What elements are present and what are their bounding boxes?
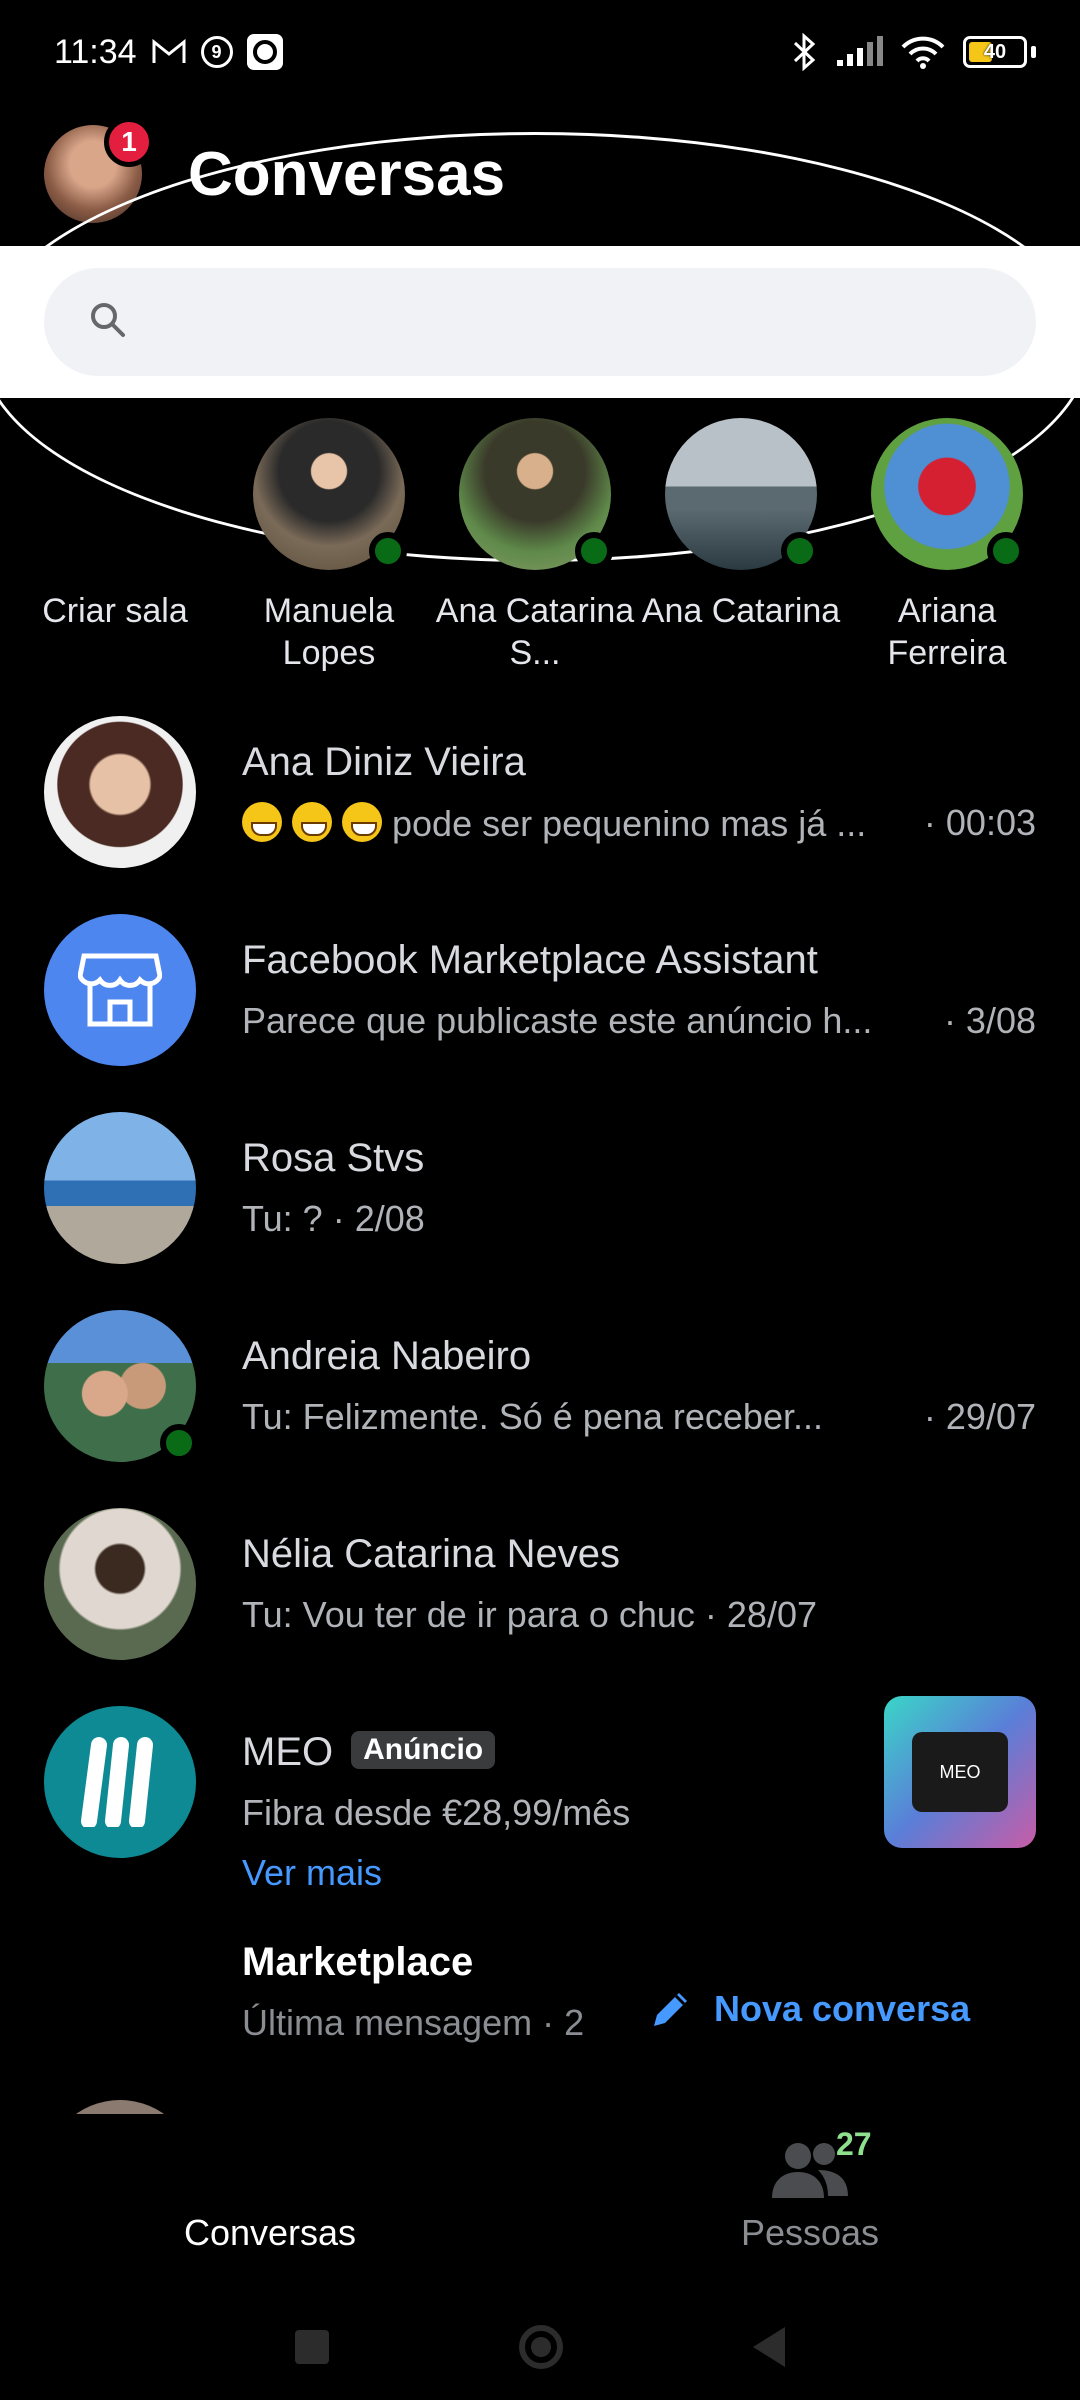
battery-nub [1031,46,1036,58]
grinning-emoji-icon [342,802,382,842]
search-band [0,246,1080,398]
chat-name: Marketplace [242,1940,474,1984]
story-name: Ana Catarina S... [435,592,635,672]
story-item[interactable]: Ana Catarina S... [435,410,635,674]
tab-label: Pessoas [740,2212,880,2253]
story-avatar [871,418,1025,570]
story-avatar [665,418,819,570]
online-indicator [369,532,407,570]
header: 1 Conversas [0,104,1080,244]
grinning-emoji-icon [242,802,282,842]
camera-icon [246,34,283,70]
partial-chat-avatar [44,2100,196,2114]
tab-label: Conversas [183,2212,357,2253]
search-bar[interactable] [44,268,1036,376]
chat-name: Andreia Nabeiro [242,1334,532,1378]
online-indicator [160,1424,198,1462]
chat-name: Ana Diniz Vieira [242,740,526,784]
chat-avatar [44,1310,198,1462]
chat-time: · 29/07 [923,1396,1036,1437]
ad-text: Fibra desde €28,99/mês [242,1792,631,1833]
chat-preview: pode ser pequenino mas já ... · 00:03 [242,802,1036,845]
clock: 11:34 [54,32,137,71]
create-room-item[interactable]: Criar sala [15,410,215,632]
signal-icon [835,36,883,68]
chat-avatar [44,716,196,868]
new-conversation-label: Nova conversa [714,1988,971,2029]
store-icon [78,953,162,1027]
people-count-badge: 27 [836,2126,872,2162]
ad-name: MEO Anúncio [242,1730,496,1775]
chat-time: · 3/08 [943,1000,1036,1041]
new-conversation-button[interactable]: Nova conversa [620,1964,1001,2054]
chat-preview: Tu: Felizmente. Só é pena receber... · 2… [242,1396,1036,1437]
page-title: Conversas [188,139,506,209]
story-item[interactable]: Manuela Lopes [229,410,429,674]
chat-avatar [44,1508,196,1660]
story-item[interactable]: Ana Catarina [641,410,841,632]
see-more-link[interactable]: Ver mais [242,1852,382,1894]
status-bar: 11:34 9 40 [0,0,1080,104]
ad-row[interactable]: MEO Anúncio Fibra desde €28,99/mês Ver ma… [0,1690,1080,1920]
story-name: Ana Catarina [641,592,841,630]
tv-box-image: MEO [912,1732,1008,1812]
meo-logo-icon [44,1706,196,1858]
search-input[interactable] [154,300,954,344]
chat-row[interactable]: Facebook Marketplace Assistant Parece qu… [0,898,1080,1078]
profile-avatar[interactable]: 1 [44,117,154,223]
gmail-icon [151,38,187,66]
story-avatar [459,418,613,570]
online-indicator [987,532,1025,570]
chat-row[interactable]: Andreia Nabeiro Tu: Felizmente. Só é pen… [0,1294,1080,1474]
tab-pessoas[interactable]: 27 Pessoas [540,2114,1080,2294]
chat-preview: Tu: ? · 2/08 [242,1198,425,1239]
story-avatar [253,418,407,570]
notification-count-icon: 9 [200,36,233,68]
chat-row[interactable]: Nélia Catarina Neves Tu: Vou ter de ir p… [0,1492,1080,1672]
online-indicator [781,532,819,570]
home-button[interactable] [519,2325,563,2369]
bottom-nav: Conversas 27 Pessoas [0,2114,1080,2294]
pencil-icon [654,1993,687,2026]
battery-icon: 40 [963,36,1027,68]
back-button[interactable] [753,2327,785,2367]
grinning-emoji-icon [292,802,332,842]
active-people-row: Criar sala Manuela Lopes Ana Catarina S.… [0,410,1080,680]
ad-tag: Anúncio [351,1731,496,1769]
wifi-icon [901,35,945,69]
online-indicator [575,532,613,570]
search-icon [88,300,128,345]
chat-name: Facebook Marketplace Assistant [242,938,818,982]
system-nav-bar [0,2294,1080,2400]
chat-row[interactable]: Ana Diniz Vieira pode ser pequenino mas … [0,700,1080,880]
chat-preview: Última mensagem · 2 [242,2002,585,2043]
chat-avatar [44,914,196,1066]
ad-image[interactable]: MEO [884,1696,1036,1848]
chat-preview: Parece que publicaste este anúncio h... … [242,1000,1036,1041]
chat-name: Nélia Catarina Neves [242,1532,620,1576]
story-name: Ariana Ferreira [887,592,1007,672]
tab-conversas[interactable]: Conversas [0,2114,540,2294]
chat-time: · 00:03 [923,802,1036,843]
chat-row[interactable]: Rosa Stvs Tu: ? · 2/08 [0,1096,1080,1276]
bluetooth-icon [791,33,817,71]
story-name: Manuela Lopes [263,592,395,672]
chat-name: Rosa Stvs [242,1136,425,1180]
chat-avatar [44,1112,196,1264]
recents-button[interactable] [295,2330,329,2364]
story-name: Criar sala [42,592,188,630]
chat-preview: Tu: Vou ter de ir para o chuc · 28/07 [242,1594,817,1635]
story-item[interactable]: Ariana Ferreira [847,410,1047,674]
notification-badge: 1 [104,117,154,167]
